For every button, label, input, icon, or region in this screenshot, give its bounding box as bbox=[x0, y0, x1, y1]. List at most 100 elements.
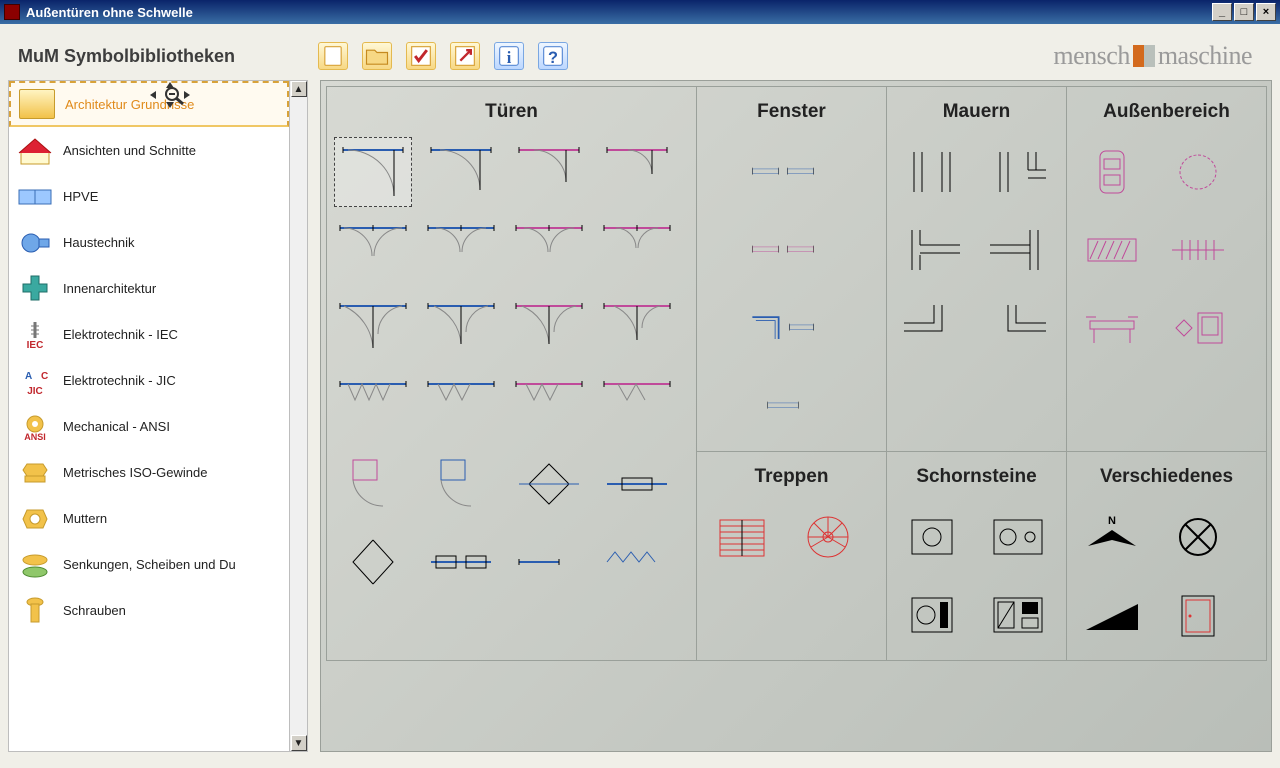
jic-blue-icon: ACJIC bbox=[17, 366, 53, 396]
app-icon bbox=[4, 4, 20, 20]
cross-teal-icon bbox=[17, 274, 53, 304]
sidebar-item-iec[interactable]: IEC Elektrotechnik - IEC bbox=[9, 311, 289, 357]
door-double-arc-4[interactable] bbox=[598, 215, 676, 285]
door-fold-1[interactable] bbox=[334, 371, 412, 441]
door-wide-arc-4[interactable] bbox=[598, 293, 676, 363]
sidebar-item-schrauben[interactable]: Schrauben bbox=[9, 587, 289, 633]
close-button[interactable]: × bbox=[1256, 3, 1276, 21]
stair-spiral[interactable] bbox=[789, 502, 867, 572]
window-double-1[interactable] bbox=[744, 137, 822, 207]
sidebar-item-jic[interactable]: ACJIC Elektrotechnik - JIC bbox=[9, 357, 289, 403]
wall-gap-a[interactable] bbox=[893, 137, 971, 207]
door-arc-3[interactable] bbox=[510, 137, 588, 207]
nut-yellow-icon bbox=[17, 504, 53, 534]
door-double-arc-1[interactable] bbox=[334, 215, 412, 285]
open-icon[interactable] bbox=[362, 42, 392, 70]
wedge[interactable] bbox=[1073, 580, 1151, 650]
maximize-button[interactable]: □ bbox=[1234, 3, 1254, 21]
radiator-blue-icon bbox=[17, 228, 53, 258]
sidebar-scrollbar[interactable]: ▲ ▼ bbox=[289, 81, 307, 751]
door-swing-1[interactable] bbox=[334, 449, 412, 519]
sidebar-item-label: Elektrotechnik - JIC bbox=[63, 373, 176, 388]
door-zigzag[interactable] bbox=[598, 527, 676, 597]
flue-1[interactable] bbox=[893, 502, 971, 572]
door-arc-2[interactable] bbox=[422, 137, 500, 207]
stair-straight[interactable] bbox=[703, 502, 781, 572]
sidebar-item-innen[interactable]: Innenarchitektur bbox=[9, 265, 289, 311]
sidebar-item-haustechnik[interactable]: Haustechnik bbox=[9, 219, 289, 265]
door-arc-4[interactable] bbox=[598, 137, 676, 207]
window-title: Außentüren ohne Schwelle bbox=[26, 5, 1212, 20]
window-double-2[interactable] bbox=[744, 215, 822, 285]
sidebar-item-hpve[interactable]: HPVE bbox=[9, 173, 289, 219]
sidebar-item-label: Metrisches ISO-Gewinde bbox=[63, 465, 208, 480]
tool-icon[interactable] bbox=[450, 42, 480, 70]
svg-text:N: N bbox=[1108, 515, 1116, 527]
brand-left: mensch bbox=[1053, 41, 1129, 70]
help-icon[interactable]: ? bbox=[538, 42, 568, 70]
hatch-rect[interactable] bbox=[1073, 215, 1151, 285]
scroll-down-icon[interactable]: ▼ bbox=[291, 735, 307, 751]
wall-tee-c[interactable] bbox=[979, 215, 1057, 285]
sidebar-item-label: Architektur Grundrisse bbox=[65, 97, 194, 112]
tv-lamp[interactable] bbox=[1159, 293, 1237, 363]
wall-tee-b[interactable] bbox=[893, 215, 971, 285]
new-icon[interactable] bbox=[318, 42, 348, 70]
info-icon[interactable]: i bbox=[494, 42, 524, 70]
door-double-arc-2[interactable] bbox=[422, 215, 500, 285]
circle-x[interactable] bbox=[1159, 502, 1237, 572]
section-title: Außenbereich bbox=[1073, 93, 1260, 137]
sidebar-item-ansichten[interactable]: Ansichten und Schnitte bbox=[9, 127, 289, 173]
house-red-icon bbox=[17, 136, 53, 166]
section-title: Mauern bbox=[893, 93, 1060, 137]
wall-corner-b[interactable] bbox=[979, 293, 1057, 363]
sidebar-item-architektur[interactable]: Architektur Grundrisse bbox=[9, 81, 289, 127]
door-sliding-short[interactable] bbox=[510, 527, 588, 597]
north-arrow[interactable]: N bbox=[1073, 502, 1151, 572]
flue-4[interactable] bbox=[979, 580, 1057, 650]
sidebar-item-muttern[interactable]: Muttern bbox=[9, 495, 289, 541]
door-wavy[interactable] bbox=[422, 527, 500, 597]
sidebar-item-label: Haustechnik bbox=[63, 235, 135, 250]
sidebar-item-iso[interactable]: Metrisches ISO-Gewinde bbox=[9, 449, 289, 495]
door-wide-arc-2[interactable] bbox=[422, 293, 500, 363]
scroll-up-icon[interactable]: ▲ bbox=[291, 81, 307, 97]
pipe-blue-icon bbox=[17, 182, 53, 212]
car-top[interactable] bbox=[1073, 137, 1151, 207]
door-swing-2[interactable] bbox=[422, 449, 500, 519]
bench[interactable] bbox=[1073, 293, 1151, 363]
svg-text:i: i bbox=[507, 48, 512, 67]
fence-post[interactable] bbox=[1159, 215, 1237, 285]
door-fold-3[interactable] bbox=[510, 371, 588, 441]
minimize-button[interactable]: _ bbox=[1212, 3, 1232, 21]
flue-3[interactable] bbox=[893, 580, 971, 650]
door-double-arc-3[interactable] bbox=[510, 215, 588, 285]
door-elevation[interactable] bbox=[1159, 580, 1237, 650]
door-fold-2[interactable] bbox=[422, 371, 500, 441]
check-icon[interactable] bbox=[406, 42, 436, 70]
window-corner[interactable] bbox=[744, 293, 822, 363]
door-slide[interactable] bbox=[598, 449, 676, 519]
sidebar-item-label: Schrauben bbox=[63, 603, 126, 618]
flue-2[interactable] bbox=[979, 502, 1057, 572]
bolt-yellow-icon bbox=[17, 596, 53, 626]
wall-tee-a[interactable] bbox=[979, 137, 1057, 207]
section-title: Verschiedenes bbox=[1073, 458, 1260, 502]
door-wide-arc-3[interactable] bbox=[510, 293, 588, 363]
door-wide-arc-1[interactable] bbox=[334, 293, 412, 363]
wall-corner-a[interactable] bbox=[893, 293, 971, 363]
door-fold-4[interactable] bbox=[598, 371, 676, 441]
bush[interactable] bbox=[1159, 137, 1237, 207]
section-aussenbereich: Außenbereich bbox=[1066, 86, 1267, 452]
sidebar-item-ansi[interactable]: ANSI Mechanical - ANSI bbox=[9, 403, 289, 449]
door-arc-1[interactable] bbox=[334, 137, 412, 207]
door-butterfly[interactable] bbox=[510, 449, 588, 519]
brand-right: maschine bbox=[1158, 41, 1252, 70]
door-biparting[interactable] bbox=[334, 527, 412, 597]
section-title: Türen bbox=[333, 93, 690, 137]
svg-text:?: ? bbox=[548, 49, 558, 67]
section-treppen: Treppen bbox=[696, 451, 887, 661]
window-single[interactable] bbox=[744, 371, 822, 441]
svg-text:A: A bbox=[25, 371, 32, 382]
sidebar-item-senkungen[interactable]: Senkungen, Scheiben und Du bbox=[9, 541, 289, 587]
